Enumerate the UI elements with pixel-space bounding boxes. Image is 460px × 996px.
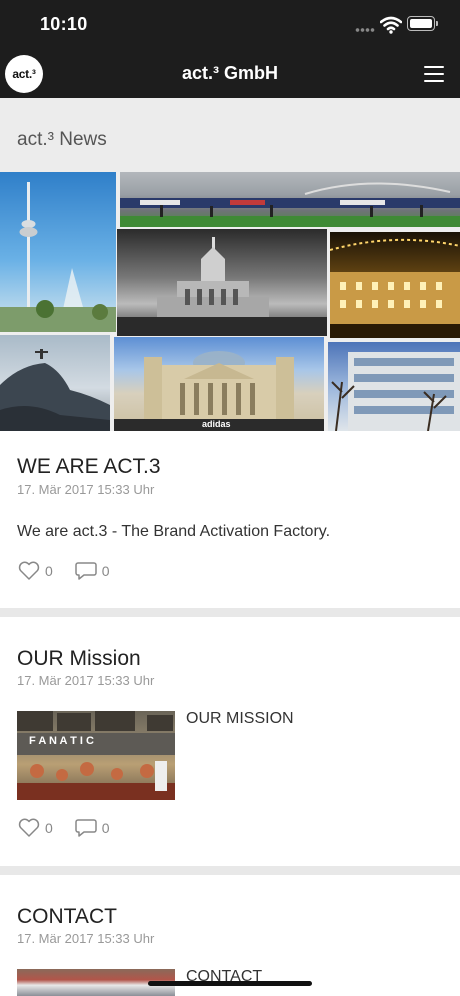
app-title: act.³ GmbH	[181, 63, 278, 83]
palace-photo	[117, 229, 327, 336]
status-bar: 10:10	[0, 0, 460, 50]
cellular-signal-icon	[355, 28, 375, 32]
post-thumbnail[interactable]: F A N A T I C	[17, 711, 175, 800]
like-count: 0	[45, 563, 53, 579]
home-indicator[interactable]	[148, 981, 312, 986]
card-divider	[0, 608, 460, 617]
battery-icon	[407, 16, 438, 31]
post-title[interactable]: OUR Mission	[17, 647, 141, 671]
nav-bar: act.³ act.³ GmbH	[0, 50, 460, 98]
comment-button[interactable]: 0	[75, 818, 110, 838]
tv-tower-photo	[0, 172, 116, 332]
post-date: 17. Mär 2017 15:33 Uhr	[17, 482, 155, 497]
modern-building-photo	[328, 342, 460, 431]
hero-sign-text: adidas	[202, 419, 231, 429]
section-header: act.³ News	[0, 98, 460, 172]
post-date: 17. Mär 2017 15:33 Uhr	[17, 673, 155, 688]
night-city-photo	[330, 232, 460, 338]
news-post-card[interactable]: WE ARE ACT.3 17. Mär 2017 15:33 Uhr We a…	[0, 431, 460, 608]
status-time: 10:10	[40, 14, 88, 34]
section-title: act.³ News	[17, 129, 107, 150]
post-title[interactable]: WE ARE ACT.3	[17, 455, 161, 479]
heart-icon	[18, 561, 40, 580]
stadium-photo	[120, 172, 460, 227]
reichstag-photo: adidas	[114, 337, 324, 431]
thumbnail-text: F A N A T I C	[29, 735, 94, 747]
comment-icon	[75, 819, 97, 837]
heart-icon	[18, 818, 40, 837]
like-count: 0	[45, 820, 53, 836]
comment-icon	[75, 562, 97, 580]
wifi-icon	[380, 16, 402, 34]
card-divider	[0, 866, 460, 875]
comment-count: 0	[101, 563, 110, 579]
post-side-text[interactable]: OUR MISSION	[186, 710, 294, 728]
news-post-card[interactable]: CONTACT 17. Mär 2017 15:33 Uhr CONTACT	[0, 875, 460, 996]
hamburger-menu-icon[interactable]	[424, 64, 446, 84]
statue-rock-photo	[0, 335, 110, 431]
post-body: We are act.3 - The Brand Activation Fact…	[17, 523, 331, 540]
comment-button[interactable]: 0	[75, 561, 110, 581]
like-button[interactable]: 0	[18, 818, 53, 838]
news-hero-image[interactable]: adidas	[0, 172, 460, 431]
post-date: 17. Mär 2017 15:33 Uhr	[17, 931, 155, 946]
post-title[interactable]: CONTACT	[17, 905, 117, 929]
post-actions: 0 0	[18, 560, 132, 582]
news-post-card[interactable]: OUR Mission 17. Mär 2017 15:33 Uhr F A N…	[0, 617, 460, 866]
comment-count: 0	[101, 820, 110, 836]
like-button[interactable]: 0	[18, 561, 53, 581]
post-actions: 0 0	[18, 817, 132, 839]
